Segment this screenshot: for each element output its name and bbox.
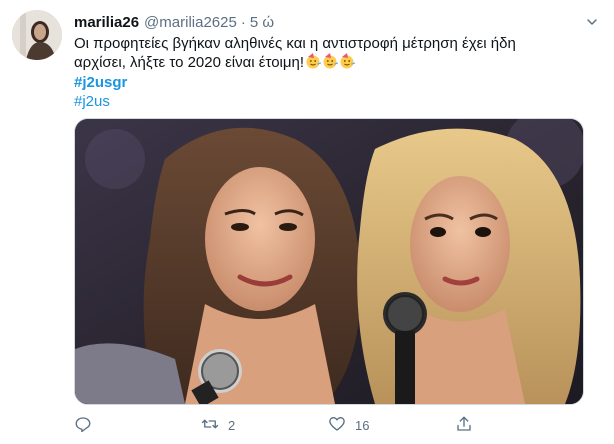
like-button[interactable]: 16 — [328, 414, 369, 436]
like-count: 16 — [355, 417, 370, 433]
retweet-button[interactable]: 2 — [201, 414, 235, 436]
tweet-text-line-1: Οι προφητείες βγήκαν αληθινές και η αντι… — [74, 35, 516, 52]
share-button[interactable] — [455, 414, 473, 436]
separator-dot: · — [240, 13, 246, 31]
timestamp[interactable]: 5 ώ — [250, 14, 274, 31]
share-icon — [455, 415, 473, 436]
party-face-emoji — [339, 53, 356, 69]
tweet-media-image[interactable] — [74, 118, 584, 405]
tweet-actions: 2 16 — [74, 414, 582, 436]
tweet-text-line-2-text: αρχίσει, λήξτε το 2020 είναι έτοιμη! — [74, 54, 305, 71]
chevron-down-icon[interactable] — [582, 12, 602, 32]
tweet[interactable]: marilia26 @marilia2625 · 5 ώ Οι προφητεί… — [0, 0, 614, 444]
avatar[interactable] — [12, 10, 62, 60]
tweet-header: marilia26 @marilia2625 · 5 ώ — [74, 12, 602, 32]
party-face-emoji — [305, 53, 322, 69]
hashtag-link[interactable]: #j2us — [74, 93, 110, 110]
retweet-count: 2 — [228, 417, 236, 433]
tweet-text-line-2: αρχίσει, λήξτε το 2020 είναι έτοιμη! — [74, 53, 594, 72]
user-handle[interactable]: @marilia2625 — [144, 14, 237, 31]
reply-button[interactable] — [74, 414, 101, 436]
display-name[interactable]: marilia26 — [74, 14, 139, 31]
hashtag-link[interactable]: #j2usgr — [74, 74, 127, 91]
reply-icon — [74, 415, 92, 436]
retweet-icon — [201, 415, 219, 436]
party-face-emoji — [322, 53, 339, 69]
tweet-text: Οι προφητείες βγήκαν αληθινές και η αντι… — [74, 34, 594, 72]
heart-icon — [328, 415, 346, 436]
